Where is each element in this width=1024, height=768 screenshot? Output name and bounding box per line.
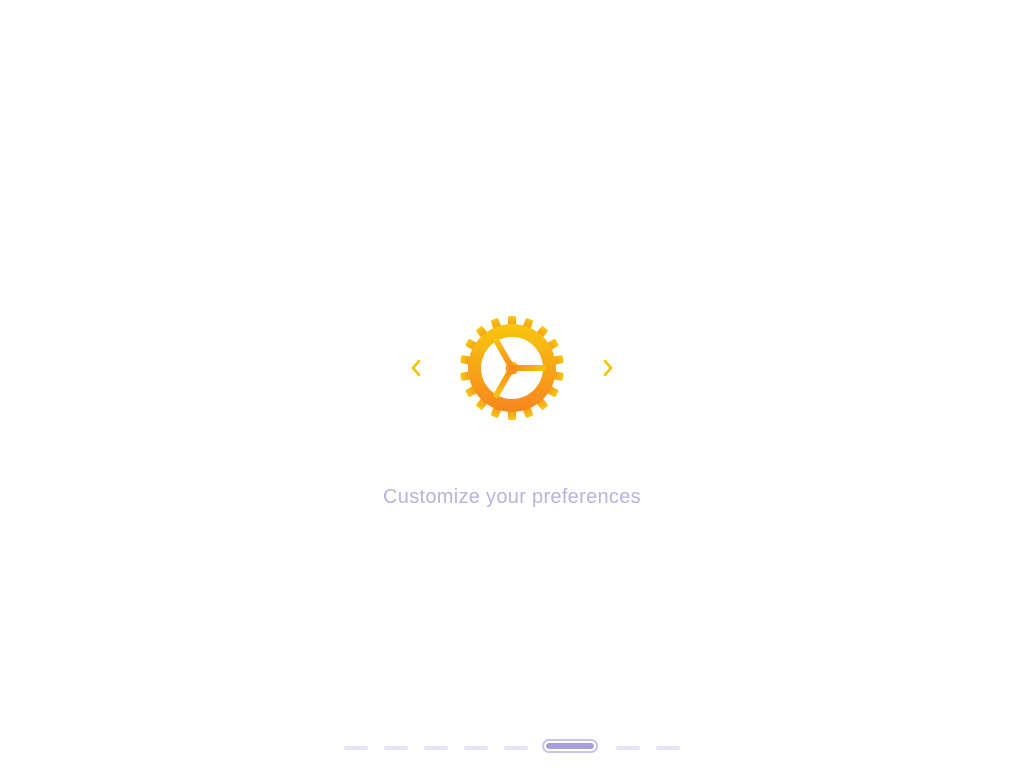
page-dot-active[interactable] (542, 739, 598, 753)
chevron-left-icon (411, 359, 421, 377)
page-dot[interactable] (464, 746, 488, 750)
onboarding-screen: Customize your preferences (0, 0, 1024, 768)
previous-button[interactable] (402, 354, 430, 382)
page-dot-active-fill (546, 743, 594, 749)
page-dot[interactable] (616, 746, 640, 750)
slide-caption: Customize your preferences (383, 486, 641, 508)
page-dot[interactable] (656, 746, 680, 750)
next-button[interactable] (594, 354, 622, 382)
page-dot[interactable] (504, 746, 528, 750)
page-dot[interactable] (424, 746, 448, 750)
carousel (0, 314, 1024, 422)
page-dot[interactable] (384, 746, 408, 750)
page-indicator (0, 738, 1024, 758)
chevron-right-icon (603, 359, 613, 377)
gear-icon (460, 316, 564, 420)
page-dot[interactable] (344, 746, 368, 750)
